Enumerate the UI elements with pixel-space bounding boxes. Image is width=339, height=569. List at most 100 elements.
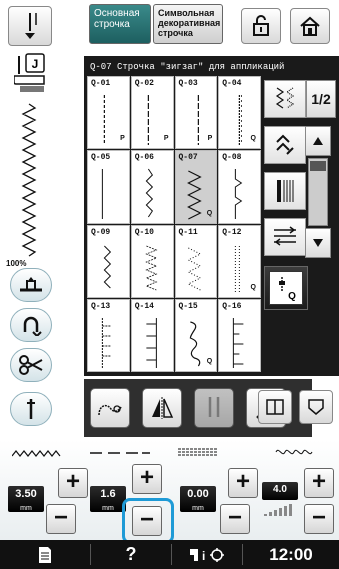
width-minus-button[interactable]: − — [46, 504, 76, 534]
manual-button[interactable] — [258, 390, 292, 424]
scroll-down-button[interactable] — [305, 228, 331, 258]
clock-text: 12:00 — [269, 544, 313, 564]
stitch-cell-q03[interactable]: Q-03 P — [174, 76, 218, 150]
width-unit: mm — [20, 505, 32, 512]
svg-text:Q: Q — [288, 291, 296, 301]
third-unit: mm — [192, 505, 204, 512]
stitch-cell-q05[interactable]: Q-05 — [87, 150, 130, 224]
stitch-cell-q15[interactable]: Q-15 Q — [174, 298, 218, 372]
tab-decor-label-3: строчка — [158, 28, 193, 38]
stitch-code: Q-14 — [134, 301, 154, 311]
zoom-label: 100% — [6, 259, 27, 268]
thread-cutter-button[interactable] — [10, 348, 52, 382]
stitch-cell-q10[interactable]: Q-10 — [130, 224, 174, 298]
stitch-code: Q-05 — [91, 153, 111, 163]
stitch-cell-q14[interactable]: Q-14 — [130, 298, 174, 372]
book-icon — [266, 399, 284, 415]
density-arrows-icon — [274, 226, 296, 246]
foot-up-icon — [20, 277, 42, 292]
needle-down-icon — [25, 13, 37, 39]
stitch-cell-q11[interactable]: Q-11 — [174, 224, 218, 298]
reverse-stitch-button[interactable] — [10, 308, 52, 342]
stitch-code: Q-10 — [134, 227, 154, 237]
loop-stitch-icon — [98, 404, 122, 416]
document-button[interactable] — [0, 540, 90, 569]
length-minus-button[interactable]: − — [132, 506, 162, 536]
scroll-up-button[interactable] — [305, 126, 331, 156]
third-setting-header-icon — [178, 448, 218, 456]
stitch-code: Q-09 — [91, 227, 111, 237]
third-plus-button[interactable]: + — [228, 468, 258, 498]
foot-code: Q — [206, 209, 213, 217]
mirror-stitch-button[interactable] — [264, 80, 306, 118]
presser-foot-j-icon: J — [13, 53, 45, 92]
stitch-cell-q13[interactable]: Q-13 — [87, 298, 130, 372]
stitch-cell-q01[interactable]: Q-01 P — [87, 76, 130, 150]
stitch-code: Q-04 — [222, 79, 242, 88]
stitch-code: Q-02 — [134, 79, 154, 88]
comb-stitch-icon — [101, 317, 111, 368]
help-text: ? — [125, 544, 137, 564]
stitch-cell-q07[interactable]: Q-07 Q — [174, 150, 218, 224]
tab-decor-label-1: Символьная — [158, 8, 215, 18]
multi-zigzag-icon — [145, 245, 158, 290]
lock-button[interactable] — [241, 8, 281, 44]
length-plus-button[interactable]: + — [132, 464, 162, 494]
stitch-cell-q06[interactable]: Q-06 — [130, 150, 174, 224]
stitch-start-button[interactable] — [90, 388, 130, 428]
presser-foot-lift-button[interactable] — [10, 268, 52, 302]
third-value-display: 0.00 mm — [180, 486, 216, 512]
tension-minus-button[interactable]: − — [304, 504, 334, 534]
stitch-code: Q-08 — [222, 153, 242, 163]
stitch-cell-q16[interactable]: Q-16 — [218, 298, 261, 372]
width-value-display: 3.50 mm — [8, 486, 44, 512]
stitch-code: Q-06 — [134, 153, 154, 163]
width-plus-button[interactable]: + — [58, 468, 88, 498]
third-value: 0.00 — [187, 488, 209, 500]
applique-foot-icon: Q — [279, 277, 296, 301]
foot-code: P — [207, 135, 213, 143]
stitch-direction-button[interactable] — [264, 126, 306, 164]
satin-icon — [277, 180, 294, 202]
memory-button[interactable] — [299, 390, 333, 424]
scrollbar-thumb[interactable] — [310, 161, 326, 171]
stitch-cell-q04[interactable]: Q-04 Q — [218, 76, 261, 150]
help-button[interactable]: ? — [91, 540, 171, 569]
tab-decorative-stitch[interactable]: Символьная декоративная строчка — [153, 4, 223, 44]
comb-stitch-icon — [146, 317, 157, 368]
stitch-density-button[interactable] — [264, 218, 306, 256]
foot-code: Q — [250, 135, 256, 143]
home-button[interactable] — [290, 8, 330, 44]
stitch-cell-q09[interactable]: Q-09 — [87, 224, 130, 298]
applique-stitch-button[interactable]: Q — [264, 266, 308, 310]
triangle-up-icon — [313, 137, 323, 145]
stitch-selection-panel: Q-07 Строчка "зигзаг" для аппликаций Q-0… — [84, 56, 339, 376]
satin-stitch-button[interactable] — [264, 172, 306, 210]
stitch-cell-q02[interactable]: Q-02 P — [130, 76, 174, 150]
needle-mode-button[interactable] — [10, 392, 52, 426]
mirror-icon — [152, 397, 174, 419]
tab-decor-label-2: декоративная — [158, 18, 221, 28]
clock-display: 12:00 — [243, 540, 339, 569]
straight-stitch-icon — [101, 169, 103, 220]
foot-code: P — [163, 135, 169, 143]
needle-position-button[interactable] — [8, 6, 52, 46]
stitch-code: Q-16 — [222, 301, 242, 311]
stitch-cell-q08[interactable]: Q-08 — [218, 150, 261, 224]
third-minus-button[interactable]: − — [220, 504, 250, 534]
length-value-display: 1.6 mm — [90, 486, 126, 512]
tension-value-display: 4.0 — [262, 482, 298, 500]
settings-status-button[interactable]: i — [172, 540, 242, 569]
tension-plus-button[interactable]: + — [304, 468, 334, 498]
stitch-code: Q-11 — [178, 227, 198, 237]
length-value: 1.6 — [100, 488, 116, 500]
scrollbar-track[interactable] — [308, 158, 328, 226]
mirror-image-button[interactable] — [142, 388, 182, 428]
foot-code: Q — [206, 358, 213, 365]
tab-basic-stitch[interactable]: Основная строчка — [89, 4, 151, 44]
mirror-zigzag-icon — [275, 87, 295, 109]
twin-needle-button[interactable] — [194, 388, 234, 428]
stitch-cell-q12[interactable]: Q-12 Q — [218, 224, 261, 298]
stitch-code: Q-01 — [91, 79, 111, 88]
triangle-down-icon — [313, 239, 323, 247]
